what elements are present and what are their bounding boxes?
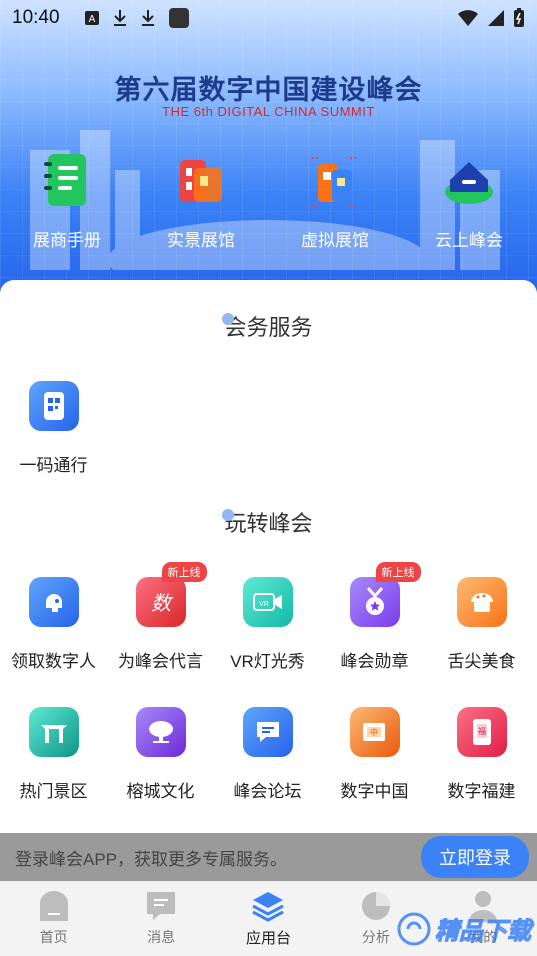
digital-human-icon	[28, 577, 79, 627]
grid-item-scenic[interactable]: 热门景区	[0, 707, 107, 802]
vr-icon: VR	[242, 577, 293, 627]
summit-subtitle: THE 6th DIGITAL CHINA SUMMIT	[162, 104, 375, 119]
section-title-fun: 玩转峰会	[222, 509, 313, 536]
app-label: 峰会论坛	[233, 782, 302, 801]
svg-text:数: 数	[151, 591, 174, 615]
status-time: 10:40	[12, 7, 60, 28]
app-label: 热门景区	[19, 782, 88, 801]
grid-item-banyan-culture[interactable]: 榕城文化	[107, 707, 214, 802]
login-prompt-text: 登录峰会APP，获取更多专属服务。	[15, 849, 288, 869]
svg-text:A: A	[89, 14, 96, 25]
quick-label: 云上峰会	[435, 231, 503, 250]
food-icon	[456, 577, 507, 627]
login-prompt-bar: 登录峰会APP，获取更多专属服务。 立即登录	[0, 833, 537, 881]
quick-item-cloud-summit[interactable]: 云上峰会	[402, 150, 536, 251]
watermark-text: 精品下载	[435, 918, 532, 946]
download-icon	[142, 10, 154, 26]
quick-item-virtual-hall[interactable]: 虚拟展馆	[268, 150, 402, 251]
notebook-icon	[44, 154, 86, 206]
app-label: 峰会勋章	[340, 652, 409, 671]
app-label: 数字中国	[340, 782, 409, 801]
home-icon	[39, 891, 68, 921]
app-label: 数字福建	[447, 782, 516, 801]
virtual-building-icon	[312, 157, 358, 207]
battery-icon	[514, 8, 524, 27]
medal-icon: 新上线	[349, 562, 421, 627]
quick-item-real-hall[interactable]: 实景展馆	[134, 150, 268, 251]
quick-item-exhibitor-manual[interactable]: 展商手册	[0, 150, 134, 251]
scenic-icon	[28, 707, 79, 757]
bottom-tab-bar: 首页 消息 应用台 分析 我的 精品下载	[0, 881, 537, 956]
digital-china-icon: 中	[349, 707, 400, 757]
message-icon	[147, 892, 176, 920]
quick-entries: 展商手册 实景展馆 虚拟展馆 云上峰会	[0, 150, 537, 251]
app-label: 舌尖美食	[447, 652, 516, 671]
banyan-icon	[135, 707, 186, 757]
hero-banner: 10:40 A 第六届数字中国建设峰会 THE 6th DIGITAL CHIN…	[0, 0, 537, 300]
grid-item-qr-pass[interactable]: 一码通行	[0, 381, 107, 476]
pie-chart-icon	[361, 892, 390, 920]
building-icon	[180, 160, 222, 202]
site-watermark: 精品下载	[397, 911, 532, 946]
app-label: VR灯光秀	[230, 652, 305, 671]
svg-text:福: 福	[478, 727, 486, 736]
quick-label: 展商手册	[33, 231, 101, 250]
app-label: 榕城文化	[126, 782, 195, 801]
cloud-icon	[445, 162, 493, 204]
quick-label: 虚拟展馆	[301, 231, 369, 250]
tab-home[interactable]: 首页	[0, 881, 107, 956]
tab-messages[interactable]: 消息	[107, 881, 214, 956]
svg-text:中: 中	[370, 727, 378, 737]
wifi-icon	[458, 10, 478, 26]
grid-item-vr-show[interactable]: VR VR灯光秀	[214, 577, 321, 672]
tab-app-center[interactable]: 应用台	[215, 881, 322, 956]
font-notification-icon: A	[85, 11, 99, 25]
layers-icon	[252, 892, 285, 922]
grid-item-digital-fujian[interactable]: 福 数字福建	[428, 707, 535, 802]
grid-item-medal[interactable]: 新上线 峰会勋章	[321, 562, 428, 672]
login-button[interactable]: 立即登录	[421, 836, 529, 878]
section-title-meeting: 会务服务	[222, 313, 313, 340]
summit-title: 第六届数字中国建设峰会	[114, 75, 423, 106]
grid-item-endorse[interactable]: 数 新上线 为峰会代言	[107, 562, 214, 672]
new-badge: 新上线	[375, 562, 421, 582]
status-bar: 10:40 A	[0, 0, 537, 36]
app-notification-icon	[169, 8, 189, 28]
qr-pass-icon	[28, 381, 79, 431]
app-label: 领取数字人	[11, 652, 96, 671]
download-icon	[114, 10, 126, 26]
grid-item-digital-china[interactable]: 中 数字中国	[321, 707, 428, 802]
digital-fujian-icon: 福	[456, 707, 507, 757]
services-panel: 会务服务 一码通行 玩转峰会 领取数字人 数 新上线 为峰会代言 VR VR灯光…	[0, 280, 537, 840]
forum-icon	[242, 707, 293, 757]
app-label: 为峰会代言	[118, 652, 203, 671]
watermark-logo-icon	[397, 912, 431, 945]
app-label: 一码通行	[19, 456, 88, 475]
grid-item-forum[interactable]: 峰会论坛	[214, 707, 321, 802]
grid-item-food[interactable]: 舌尖美食	[428, 577, 535, 672]
quick-label: 实景展馆	[167, 231, 235, 250]
new-badge: 新上线	[161, 562, 207, 582]
grid-item-digital-human[interactable]: 领取数字人	[0, 577, 107, 672]
svg-text:VR: VR	[259, 601, 269, 608]
signal-icon	[488, 10, 504, 26]
endorse-icon: 数 新上线	[135, 562, 207, 627]
